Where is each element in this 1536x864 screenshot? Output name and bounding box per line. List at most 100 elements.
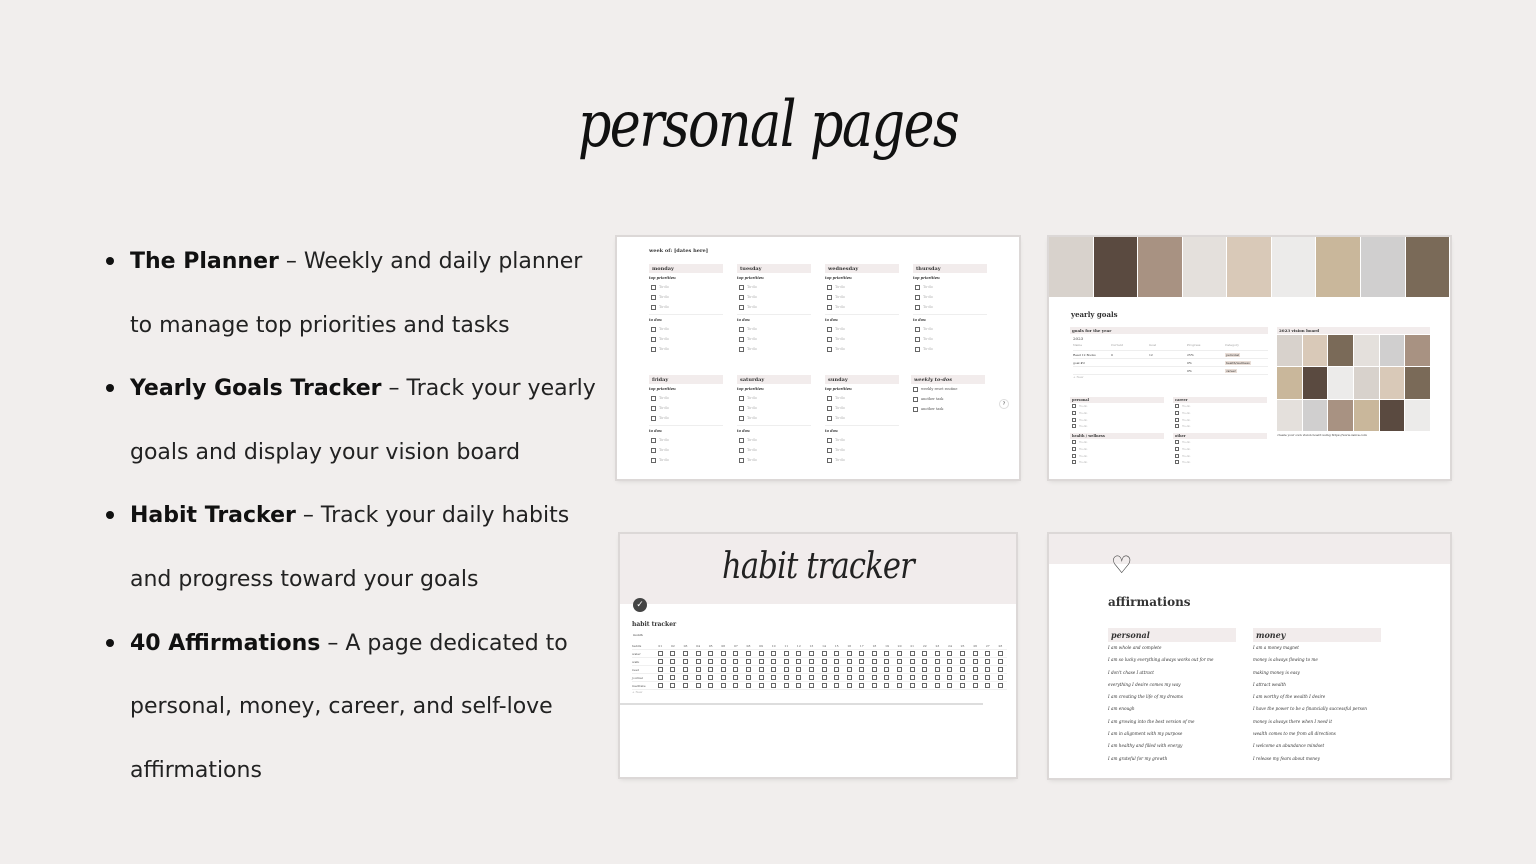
habit-checkbox[interactable] [960,675,966,680]
habit-checkbox[interactable] [771,683,777,688]
habit-checkbox[interactable] [972,683,978,688]
todo-item[interactable]: To-do [649,445,723,455]
checkbox[interactable] [827,415,832,421]
todo-item[interactable]: To-do [649,282,723,292]
habit-checkbox[interactable] [846,675,852,680]
todo-item[interactable]: To-do [649,292,723,302]
habit-checkbox[interactable] [834,651,840,656]
checkbox[interactable] [913,386,918,392]
habit-checkbox[interactable] [997,675,1003,680]
checkbox[interactable] [827,284,832,290]
habit-checkbox[interactable] [960,659,966,664]
habit-checkbox[interactable] [733,675,739,680]
todo-item[interactable]: To-do [1173,416,1267,423]
habit-checkbox[interactable] [758,675,764,680]
checkbox[interactable] [827,326,832,332]
habit-checkbox[interactable] [859,675,865,680]
checkbox[interactable] [827,336,832,342]
new-row-button[interactable]: + New [632,690,1007,694]
habit-checkbox[interactable] [708,659,714,664]
checkbox[interactable] [651,457,656,463]
habit-checkbox[interactable] [834,683,840,688]
view-tab[interactable]: month [633,633,643,637]
habit-checkbox[interactable] [985,651,991,656]
todo-item[interactable]: To-do [737,334,811,344]
habit-checkbox[interactable] [972,675,978,680]
new-row-button[interactable]: + New [1073,375,1268,379]
habit-checkbox[interactable] [972,651,978,656]
column-header[interactable]: Goal [1149,343,1187,350]
habit-checkbox[interactable] [909,651,915,656]
habit-checkbox[interactable] [997,667,1003,672]
habit-checkbox[interactable] [695,667,701,672]
todo-item[interactable]: To-do [649,334,723,344]
todo-item[interactable]: To-do [1070,452,1164,459]
habit-checkbox[interactable] [745,683,751,688]
todo-item[interactable]: To-do [1173,459,1267,466]
habit-checkbox[interactable] [934,683,940,688]
todo-item[interactable]: To-do [1173,403,1267,410]
habit-checkbox[interactable] [947,675,953,680]
todo-item[interactable]: To-do [737,403,811,413]
todo-item[interactable]: To-do [1173,410,1267,417]
checkbox[interactable] [651,395,656,401]
todo-item[interactable]: To-do [913,302,987,312]
todo-item[interactable]: To-do [1173,439,1267,446]
todo-item[interactable]: To-do [649,344,723,354]
habit-checkbox[interactable] [783,651,789,656]
habit-checkbox[interactable] [871,667,877,672]
checkbox[interactable] [1072,447,1076,452]
checkbox[interactable] [1175,453,1179,458]
checkbox[interactable] [827,437,832,443]
habit-checkbox[interactable] [846,667,852,672]
habit-checkbox[interactable] [720,659,726,664]
habit-checkbox[interactable] [947,683,953,688]
todo-item[interactable]: To-do [649,302,723,312]
checkbox[interactable] [1175,411,1179,416]
habit-checkbox[interactable] [821,667,827,672]
habit-checkbox[interactable] [934,667,940,672]
habit-checkbox[interactable] [758,651,764,656]
habit-checkbox[interactable] [695,659,701,664]
habit-checkbox[interactable] [947,667,953,672]
checkbox[interactable] [739,284,744,290]
habit-checkbox[interactable] [909,659,915,664]
todo-item[interactable]: To-do [649,413,723,423]
checkbox[interactable] [827,447,832,453]
column-header[interactable]: Category [1225,343,1263,350]
habit-checkbox[interactable] [947,659,953,664]
habit-checkbox[interactable] [682,651,688,656]
habit-checkbox[interactable] [871,683,877,688]
checkbox[interactable] [913,406,918,412]
checkbox[interactable] [913,396,918,402]
checkbox[interactable] [1072,424,1076,429]
todo-item[interactable]: weekly reset routine [911,384,985,394]
habit-checkbox[interactable] [922,683,928,688]
checkbox[interactable] [739,294,744,300]
checkbox[interactable] [1175,417,1179,422]
habit-checkbox[interactable] [708,651,714,656]
todo-item[interactable]: To-do [649,403,723,413]
habit-checkbox[interactable] [745,667,751,672]
todo-item[interactable]: To-do [1070,423,1164,430]
habit-checkbox[interactable] [972,667,978,672]
todo-item[interactable]: To-do [1070,459,1164,466]
todo-item[interactable]: To-do [913,334,987,344]
habit-checkbox[interactable] [808,683,814,688]
habit-checkbox[interactable] [871,651,877,656]
habit-checkbox[interactable] [695,675,701,680]
habit-checkbox[interactable] [897,675,903,680]
todo-item[interactable]: To-do [737,445,811,455]
todo-item[interactable]: To-do [913,292,987,302]
todo-item[interactable]: To-do [737,292,811,302]
checkbox[interactable] [1175,424,1179,429]
habit-checkbox[interactable] [808,651,814,656]
habit-checkbox[interactable] [796,683,802,688]
habit-checkbox[interactable] [745,675,751,680]
todo-item[interactable]: To-do [737,393,811,403]
checkbox[interactable] [739,304,744,310]
habit-checkbox[interactable] [897,651,903,656]
habit-checkbox[interactable] [884,675,890,680]
habit-checkbox[interactable] [682,667,688,672]
checkbox[interactable] [739,395,744,401]
